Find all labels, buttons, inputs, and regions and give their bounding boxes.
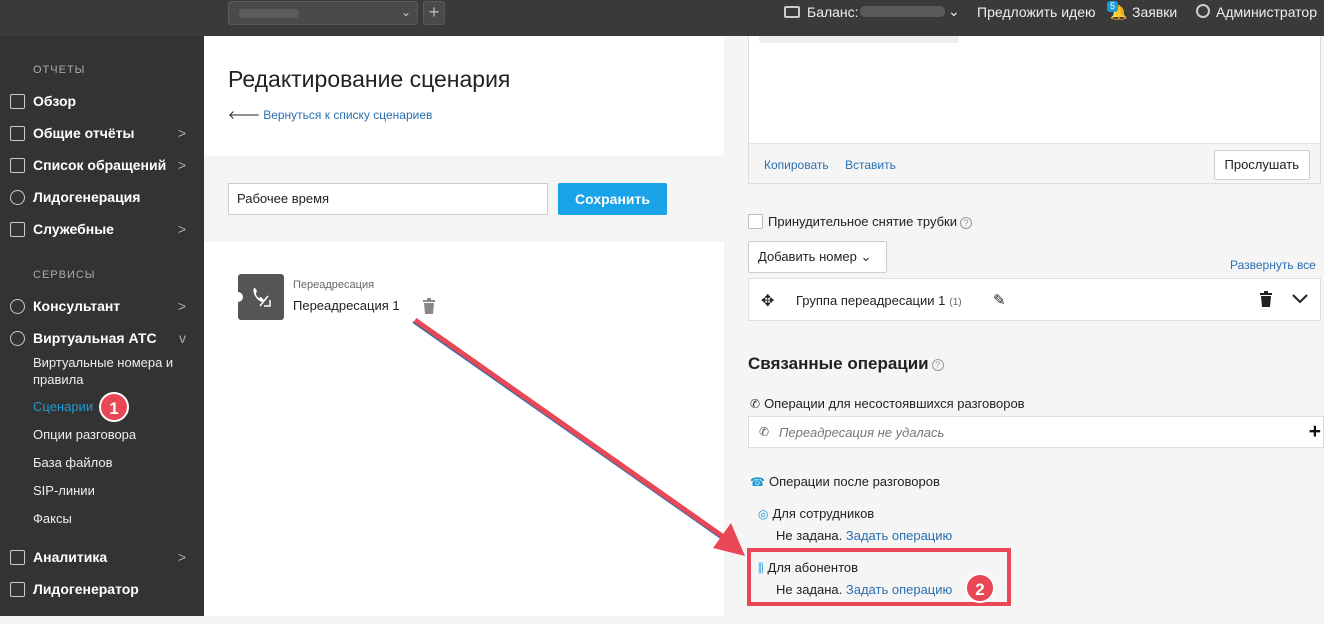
annotation-arrow — [412, 317, 745, 556]
